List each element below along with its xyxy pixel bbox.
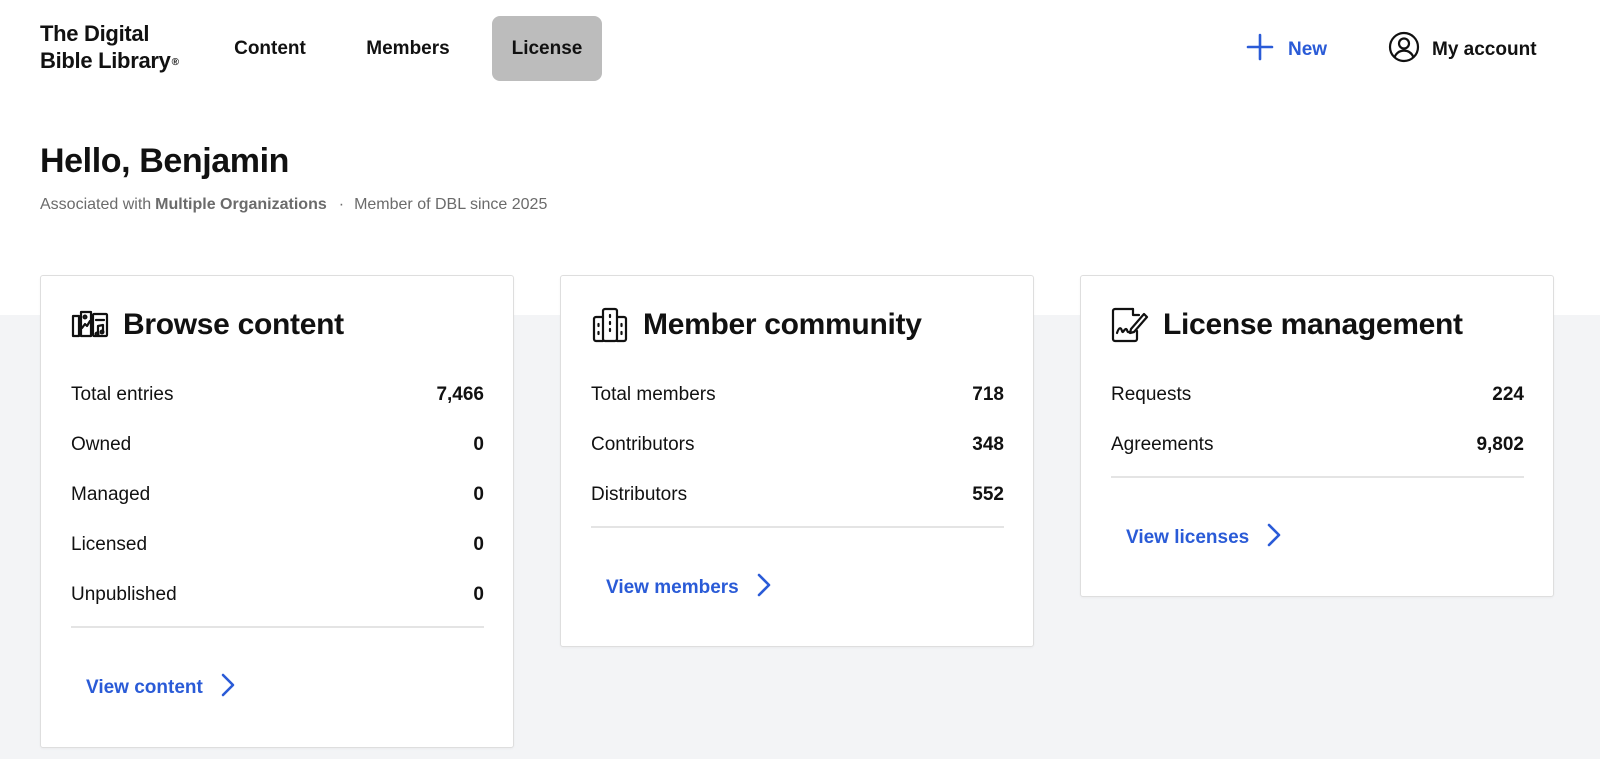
stat-row-owned: Owned 0	[71, 420, 484, 470]
stat-value: 0	[473, 584, 484, 605]
stat-row-total-entries: Total entries 7,466	[71, 370, 484, 420]
stats-list: Requests 224 Agreements 9,802	[1111, 370, 1524, 470]
tab-license[interactable]: License	[492, 16, 602, 81]
stat-label: Unpublished	[71, 584, 177, 605]
registered-mark: ®	[171, 57, 179, 68]
new-button[interactable]: New	[1246, 30, 1327, 70]
separator-dot: ·	[338, 196, 345, 213]
stat-row-unpublished: Unpublished 0	[71, 570, 484, 620]
stat-label: Total entries	[71, 384, 174, 405]
stat-row-agreements: Agreements 9,802	[1111, 420, 1524, 470]
stat-value: 224	[1492, 384, 1524, 405]
license-management-card: License management Requests 224 Agreemen…	[1080, 275, 1554, 597]
stat-value: 9,802	[1476, 434, 1524, 455]
card-divider	[591, 526, 1004, 528]
stat-value: 718	[972, 384, 1004, 405]
stat-row-total-members: Total members 718	[591, 370, 1004, 420]
card-divider	[1111, 476, 1524, 478]
page-title: Hello, Benjamin	[40, 142, 290, 180]
stat-label: Licensed	[71, 534, 148, 555]
member-community-card: Member community Total members 718 Contr…	[560, 275, 1034, 647]
view-content-label: View content	[86, 677, 203, 698]
view-members-link[interactable]: View members	[606, 573, 771, 603]
view-content-link[interactable]: View content	[86, 673, 235, 703]
stat-row-managed: Managed 0	[71, 470, 484, 520]
stat-value: 348	[972, 434, 1004, 455]
card-title: Browse content	[123, 308, 344, 341]
view-members-label: View members	[606, 577, 739, 598]
logo-line-1: The Digital	[40, 21, 150, 46]
member-since: Member of DBL since 2025	[354, 196, 548, 213]
stat-row-contributors: Contributors 348	[591, 420, 1004, 470]
card-header: License management	[1111, 306, 1463, 344]
user-circle-icon	[1388, 31, 1420, 69]
stat-label: Managed	[71, 484, 151, 505]
chevron-right-icon	[1267, 523, 1281, 553]
card-header: Browse content	[71, 306, 344, 344]
tab-members[interactable]: Members	[352, 16, 464, 81]
content-library-icon	[71, 306, 109, 344]
associated-organizations: Multiple Organizations	[155, 196, 327, 213]
stat-value: 7,466	[436, 384, 484, 405]
card-title: Member community	[643, 308, 922, 341]
stat-value: 552	[972, 484, 1004, 505]
stat-label: Requests	[1111, 384, 1192, 405]
stats-list: Total entries 7,466 Owned 0 Managed 0 Li…	[71, 370, 484, 620]
dbl-logo[interactable]: The Digital Bible Library®	[40, 20, 179, 74]
stats-list: Total members 718 Contributors 348 Distr…	[591, 370, 1004, 520]
stat-label: Agreements	[1111, 434, 1214, 455]
stat-value: 0	[473, 484, 484, 505]
logo-line-2: Bible Library®	[40, 47, 179, 74]
view-licenses-label: View licenses	[1126, 527, 1250, 548]
tab-content[interactable]: Content	[222, 16, 318, 81]
card-title: License management	[1163, 308, 1463, 341]
stat-row-licensed: Licensed 0	[71, 520, 484, 570]
chevron-right-icon	[221, 673, 235, 703]
stat-label: Owned	[71, 434, 132, 455]
top-navigation: The Digital Bible Library® Content Membe…	[0, 0, 1600, 100]
stat-row-requests: Requests 224	[1111, 370, 1524, 420]
plus-icon	[1246, 33, 1274, 67]
building-icon	[591, 306, 629, 344]
stat-value: 0	[473, 534, 484, 555]
stat-row-distributors: Distributors 552	[591, 470, 1004, 520]
stat-label: Total members	[591, 384, 716, 405]
stat-label: Distributors	[591, 484, 688, 505]
my-account-button[interactable]: My account	[1388, 28, 1537, 72]
card-divider	[71, 626, 484, 628]
stat-value: 0	[473, 434, 484, 455]
chevron-right-icon	[757, 573, 771, 603]
account-summary: Associated with Multiple Organizations ·…	[40, 196, 547, 214]
view-licenses-link[interactable]: View licenses	[1126, 523, 1281, 553]
logo-line-2-text: Bible Library	[40, 48, 171, 73]
my-account-label: My account	[1432, 39, 1537, 60]
new-button-label: New	[1288, 39, 1328, 60]
stat-label: Contributors	[591, 434, 695, 455]
browse-content-card: Browse content Total entries 7,466 Owned…	[40, 275, 514, 748]
associated-prefix: Associated with	[40, 196, 152, 213]
signed-document-icon	[1111, 306, 1149, 344]
card-header: Member community	[591, 306, 922, 344]
